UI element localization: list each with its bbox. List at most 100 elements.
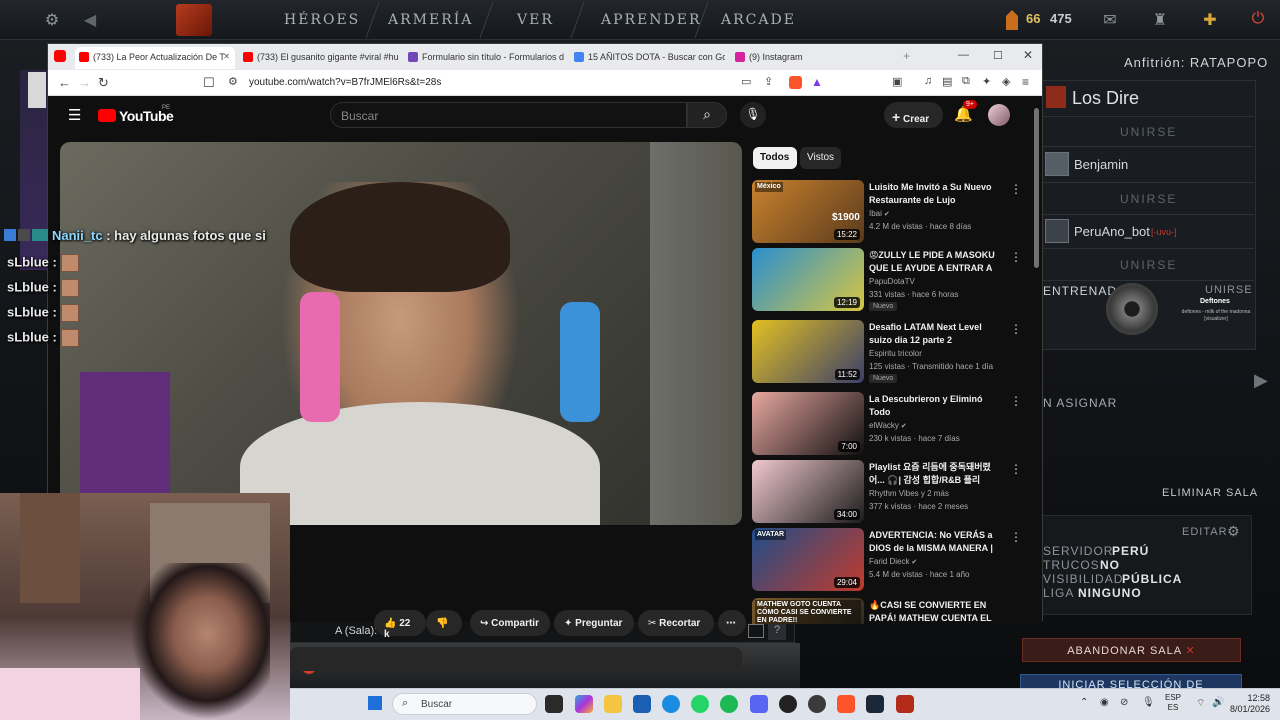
channel-name[interactable]: Espiritu tricolor [869, 349, 922, 358]
brave-shield-icon[interactable] [789, 76, 802, 89]
video-thumbnail[interactable]: 34:00 [752, 460, 864, 523]
join-slot-2[interactable]: UNIRSE [1120, 192, 1177, 206]
browser-tab[interactable]: 15 AÑITOS DOTA - Buscar con Googl [570, 47, 725, 69]
description-box[interactable] [290, 647, 742, 671]
video-title[interactable]: La Descubrieron y Eliminó Todo [869, 393, 999, 419]
steam-icon[interactable] [866, 695, 884, 713]
chip-watched[interactable]: Vistos [800, 147, 842, 169]
account-avatar[interactable] [988, 104, 1010, 126]
delete-room-button[interactable]: ELIMINAR SALA [1162, 487, 1258, 499]
file-explorer-icon[interactable] [604, 695, 622, 713]
clock[interactable]: 12:58 8/01/2026 [1230, 693, 1270, 715]
windows-start-icon[interactable] [368, 696, 382, 710]
obs-icon[interactable] [779, 695, 797, 713]
browser-tab[interactable]: (733) La Peor Actualización De T ✕ [75, 47, 235, 69]
edge-icon[interactable] [662, 695, 680, 713]
gear-icon[interactable]: ⚙ [1227, 523, 1240, 540]
panel-arrow-icon[interactable]: ▶ [1254, 370, 1268, 391]
discord-icon[interactable] [750, 695, 768, 713]
video-title[interactable]: Desafio LATAM Next Level suizo dia 12 pa… [869, 321, 999, 347]
image-icon[interactable] [748, 624, 764, 638]
copilot-icon[interactable] [575, 695, 593, 713]
join-slot-3[interactable]: UNIRSE [1120, 258, 1177, 272]
reload-icon[interactable]: ↻ [98, 75, 109, 91]
back-icon[interactable]: ← [58, 75, 71, 90]
forward-icon[interactable]: → [78, 75, 91, 90]
more-options-icon[interactable]: ⋮ [1010, 530, 1022, 544]
more-options-icon[interactable]: ⋮ [1010, 462, 1022, 476]
youtube-logo-icon[interactable] [98, 109, 116, 122]
close-tab-icon[interactable]: ✕ [223, 52, 230, 61]
recommended-video[interactable]: 11:52 Desafio LATAM Next Level suizo dia … [752, 320, 1022, 384]
hamburger-icon[interactable]: ☰ [68, 106, 81, 124]
video-thumbnail[interactable]: México $1900 15:22 [752, 180, 864, 243]
more-actions-icon[interactable]: ⋯ [718, 610, 746, 636]
channel-name[interactable]: PapuDotaTV [869, 277, 915, 286]
menu-icon[interactable]: ≡ [1022, 75, 1029, 89]
edit-button[interactable]: EDITAR [1182, 526, 1228, 538]
channel-name[interactable]: Rhythm Vibes y 2 más [869, 489, 949, 498]
wallet-icon[interactable]: ▤ [942, 75, 952, 88]
recommended-video[interactable]: 7:00 La Descubrieron y Eliminó Todo elWack… [752, 392, 1022, 456]
help-icon[interactable]: ? [768, 622, 786, 640]
recommended-video[interactable]: MATHEW GOTO CUENTA CÓMO CASI SE CONVIERT… [752, 598, 1014, 624]
search-input[interactable]: Buscar [330, 102, 687, 128]
recommended-video[interactable]: AVATAR 29:04 ADVERTENCIA: No VERÁS a DIOS … [752, 528, 1022, 592]
video-player[interactable] [60, 142, 742, 525]
recommended-video[interactable]: 34:00 Playlist 요즘 리듬에 중독돼버렸어... 🎧| 감성 힙합/… [752, 460, 1022, 524]
nav-arcade[interactable]: ARCADE [721, 12, 796, 28]
video-thumbnail[interactable]: MATHEW GOTO CUENTA CÓMO CASI SE CONVIERT… [752, 598, 864, 624]
share-icon[interactable]: ⇪ [764, 75, 773, 88]
tray-chevron-icon[interactable]: ⌃ [1080, 697, 1088, 708]
tray-network-icon[interactable]: ⊘ [1120, 697, 1128, 708]
wifi-icon[interactable]: ⌔ [1196, 697, 1205, 710]
more-options-icon[interactable]: ⋮ [1010, 322, 1022, 336]
settings-gear-icon[interactable]: ⚙ [42, 10, 62, 30]
channel-name[interactable]: Farid Dieck ✔ [869, 557, 917, 566]
mic-icon[interactable]: 🎙 [740, 102, 766, 128]
video-thumbnail[interactable]: AVATAR 29:04 [752, 528, 864, 591]
chip-all[interactable]: Todos [753, 147, 797, 169]
nav-heroes[interactable]: HÉROES [284, 12, 360, 28]
ask-button[interactable]: ✦ Preguntar [554, 610, 634, 636]
like-button[interactable]: 👍 22 k [374, 610, 426, 640]
more-options-icon[interactable]: ⋮ [1010, 182, 1022, 196]
tray-mic-icon[interactable]: 🎙 [1142, 697, 1155, 708]
video-title[interactable]: Luisito Me Invitó a Su Nuevo Restaurante… [869, 181, 999, 207]
cast-icon[interactable]: ▭ [741, 75, 751, 88]
maximize-icon[interactable]: ☐ [993, 49, 1003, 62]
browser-tab[interactable]: Formulario sin título - Formularios de [404, 47, 564, 69]
volume-icon[interactable]: 🔊 [1212, 697, 1224, 708]
brave-icon[interactable] [837, 695, 855, 713]
leo-ai-icon[interactable]: ✦ [982, 75, 991, 88]
video-title[interactable]: 😡ZULLY LE PIDE A MASOKU QUE LE AYUDE A E… [869, 249, 999, 275]
nav-watch[interactable]: VER [517, 12, 554, 28]
plus-icon[interactable]: ✚ [1200, 10, 1220, 30]
dislike-button[interactable]: 👎 [426, 610, 462, 636]
video-thumbnail[interactable]: 12:19 [752, 248, 864, 311]
task-view-icon[interactable] [545, 695, 563, 713]
search-icon[interactable]: ⌕ [687, 102, 727, 128]
dota-logo[interactable] [176, 4, 212, 36]
sidebar-icon[interactable]: ▣ [892, 75, 902, 88]
brave-rewards-icon[interactable]: ▲ [811, 75, 823, 89]
bookmark-icon[interactable]: ☐ [203, 75, 215, 91]
recommended-video[interactable]: México $1900 15:22 Luisito Me Invitó a Su N… [752, 180, 1022, 244]
back-arrow-icon[interactable]: ◀ [80, 10, 100, 30]
more-options-icon[interactable]: ⋮ [1010, 600, 1014, 614]
url-field[interactable]: youtube.com/watch?v=B7frJMEl6Rs&t=28s [249, 77, 441, 88]
video-title[interactable]: ADVERTENCIA: No VERÁS a DIOS de la MISMA… [869, 529, 999, 555]
browser-tab[interactable]: (733) El gusanito gigante #viral #hum [239, 47, 399, 69]
nav-learn[interactable]: APRENDER [601, 12, 702, 28]
close-window-icon[interactable]: ✕ [1023, 48, 1033, 62]
channel-name[interactable]: Ibai ✔ [869, 209, 890, 218]
video-title[interactable]: 🔥CASI SE CONVIERTE EN PAPÁ! MATHEW CUENT… [869, 599, 999, 624]
vpn-icon[interactable]: ◈ [1002, 75, 1010, 88]
join-slot-1[interactable]: UNIRSE [1120, 125, 1177, 139]
more-options-icon[interactable]: ⋮ [1010, 250, 1022, 264]
video-title[interactable]: Playlist 요즘 리듬에 중독돼버렸어... 🎧| 감성 힙합/R&B 플… [869, 461, 999, 487]
page-scrollbar[interactable] [1034, 108, 1039, 268]
abandon-room-button[interactable]: ABANDONAR SALA ✕ [1022, 638, 1241, 662]
recommended-video[interactable]: 12:19 😡ZULLY LE PIDE A MASOKU QUE LE AYUD… [752, 248, 1022, 312]
video-thumbnail[interactable]: 11:52 [752, 320, 864, 383]
